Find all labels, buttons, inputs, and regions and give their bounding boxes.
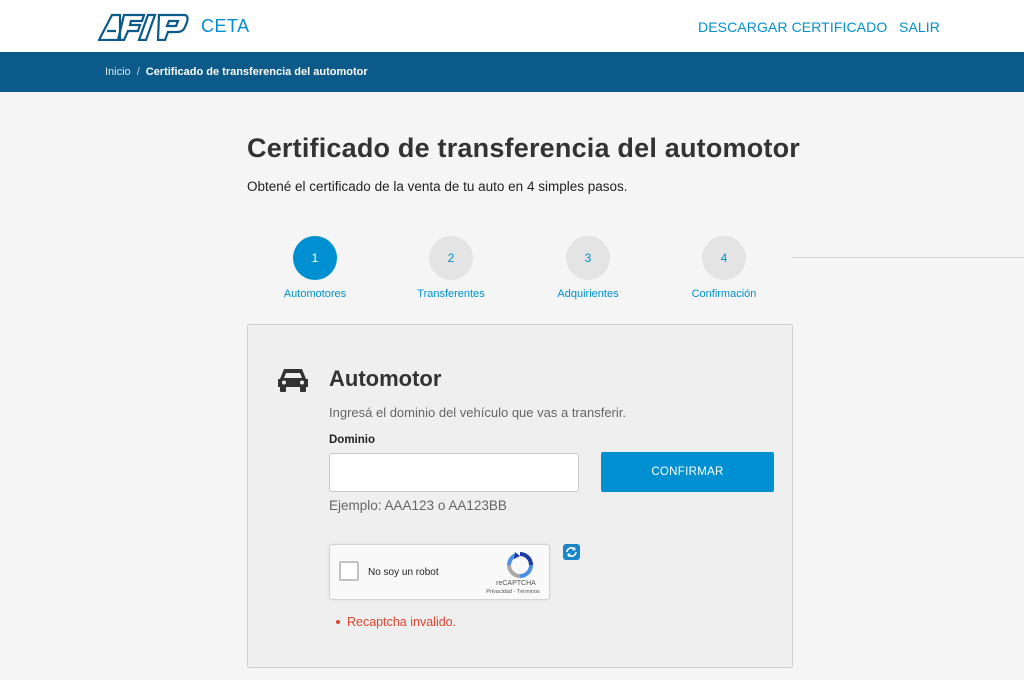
step-confirmacion[interactable]: 4 Confirmación (664, 236, 784, 300)
confirm-button[interactable]: CONFIRMAR (601, 452, 774, 492)
recaptcha-links[interactable]: Privacidad - Términos (478, 589, 548, 595)
breadcrumb: Inicio / Certificado de transferencia del … (105, 66, 368, 78)
step-number: 1 (293, 236, 337, 280)
step-number: 3 (566, 236, 610, 280)
step-number: 2 (429, 236, 473, 280)
step-automotores[interactable]: 1 Automotores (255, 236, 375, 300)
breadcrumb-current: Certificado de transferencia del automot… (145, 66, 368, 78)
brand-name: CETA (201, 16, 250, 36)
top-header: CETA DESCARGAR CERTIFICADO SALIR (0, 0, 1024, 52)
step-label: Adquirientes (557, 288, 619, 300)
step-label: Confirmación (691, 288, 757, 300)
step-transferentes[interactable]: 2 Transferentes (391, 236, 511, 300)
page-title: Certificado de transferencia del automot… (247, 133, 801, 163)
page-subtitle: Obtené el certificado de la venta de tu … (247, 179, 628, 194)
car-icon (276, 366, 310, 399)
recaptcha-label: No soy un robot (368, 567, 439, 578)
breadcrumb-home-link[interactable]: Inicio (105, 66, 131, 78)
recaptcha-brand: reCAPTCHA (496, 580, 536, 587)
form-description: Ingresá el dominio del vehículo que vas … (329, 405, 627, 420)
breadcrumb-separator: / (136, 66, 140, 78)
error-text: Recaptcha invalido. (347, 615, 457, 629)
step-number: 4 (702, 236, 746, 280)
form-title: Automotor (329, 366, 442, 391)
step-label: Automotores (283, 288, 347, 300)
step-adquirientes[interactable]: 3 Adquirientes (528, 236, 648, 300)
domain-input[interactable] (329, 453, 579, 492)
exit-link[interactable]: SALIR (899, 19, 940, 35)
stepper-line (792, 257, 1024, 258)
breadcrumb-bar: Inicio / Certificado de transferencia del … (0, 52, 1024, 92)
error-bullet (336, 619, 340, 624)
recaptcha-checkbox[interactable] (339, 561, 359, 581)
recaptcha-widget: No soy un robot reCAPTCHA Privacidad - T… (329, 544, 550, 600)
captcha-error-message: Recaptcha invalido. (336, 615, 456, 629)
domain-field-label: Dominio (329, 434, 375, 446)
refresh-icon[interactable] (563, 544, 580, 560)
step-label: Transferentes (417, 288, 485, 300)
domain-hint: Ejemplo: AAA123 o AA123BB (329, 498, 507, 513)
download-certificate-link[interactable]: DESCARGAR CERTIFICADO (698, 19, 887, 35)
afip-logo[interactable] (97, 13, 190, 46)
